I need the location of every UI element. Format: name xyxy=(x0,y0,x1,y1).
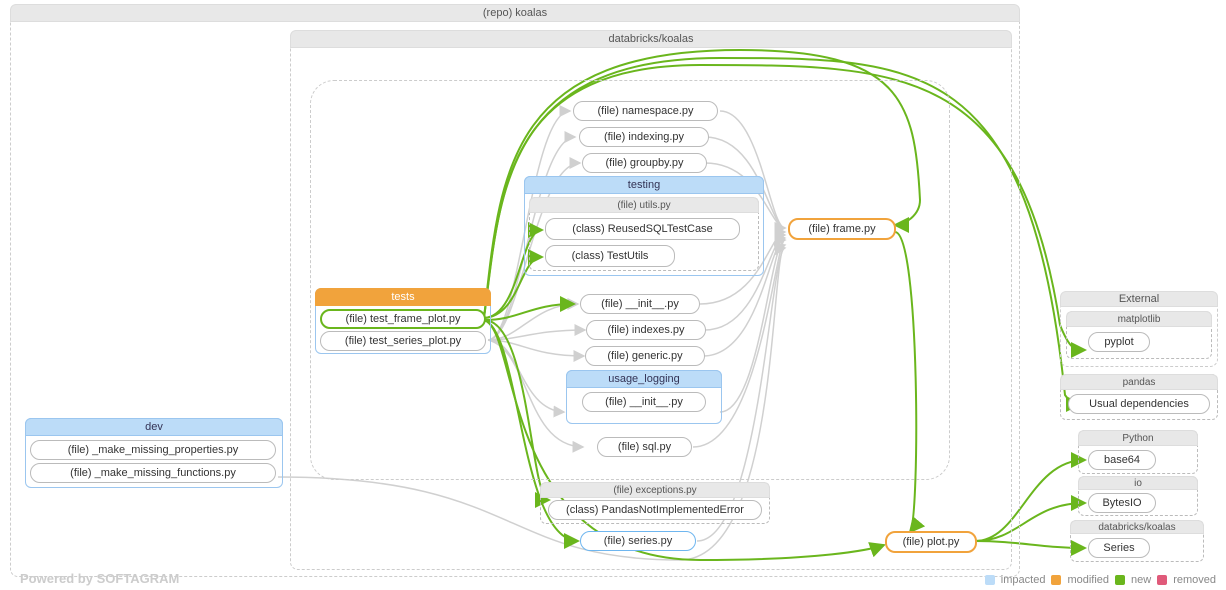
class-pandasnotimpl: (class) PandasNotImplementedError xyxy=(548,500,762,520)
label: (file) namespace.py xyxy=(598,105,694,117)
label: (class) PandasNotImplementedError xyxy=(566,504,744,516)
header-repo: (repo) koalas xyxy=(10,4,1020,22)
class-reused: (class) ReusedSQLTestCase xyxy=(545,218,740,240)
file-usage-init: (file) __init__.py xyxy=(582,392,706,412)
python-label: Python xyxy=(1122,433,1153,444)
label: (file) _make_missing_properties.py xyxy=(68,444,239,456)
label: (file) plot.py xyxy=(903,536,960,548)
label: (file) test_frame_plot.py xyxy=(346,313,461,325)
label: (file) series.py xyxy=(604,535,672,547)
header-tests: tests xyxy=(315,288,491,306)
file-sql: (file) sql.py xyxy=(597,437,692,457)
label: (class) ReusedSQLTestCase xyxy=(572,223,712,235)
label: pyplot xyxy=(1104,336,1133,348)
header-usage-logging: usage_logging xyxy=(566,370,722,388)
label: BytesIO xyxy=(1102,497,1141,509)
matplotlib-label: matplotlib xyxy=(1118,314,1161,325)
label: (class) TestUtils xyxy=(572,250,649,262)
file-generic: (file) generic.py xyxy=(585,346,705,366)
footer-brand: Powered by SOFTAGRAM xyxy=(20,571,179,586)
tests-label: tests xyxy=(391,291,414,303)
file-series: (file) series.py xyxy=(580,531,696,551)
chip-series-ext: Series xyxy=(1088,538,1150,558)
label: Usual dependencies xyxy=(1089,398,1189,410)
header-dev: dev xyxy=(25,418,283,436)
dev-label: dev xyxy=(145,421,163,433)
header-matplotlib: matplotlib xyxy=(1066,311,1212,327)
chip-pyplot: pyplot xyxy=(1088,332,1150,352)
header-python: Python xyxy=(1078,430,1198,446)
file-init: (file) __init__.py xyxy=(580,294,700,314)
io-label: io xyxy=(1134,478,1142,489)
label: (file) groupby.py xyxy=(605,157,683,169)
pandas-label: pandas xyxy=(1123,377,1156,388)
chip-pandas-deps: Usual dependencies xyxy=(1068,394,1210,414)
header-testing: testing xyxy=(524,176,764,194)
pkg-label: databricks/koalas xyxy=(609,33,694,45)
header-io: io xyxy=(1078,476,1198,490)
label: (file) frame.py xyxy=(808,223,875,235)
legend-new-swatch xyxy=(1115,575,1125,585)
header-external: External xyxy=(1060,291,1218,307)
file-namespace: (file) namespace.py xyxy=(573,101,718,121)
label: (file) __init__.py xyxy=(605,396,683,408)
file-frame: (file) frame.py xyxy=(788,218,896,240)
label: base64 xyxy=(1104,454,1140,466)
external-label: External xyxy=(1119,293,1159,305)
legend-removed: removed xyxy=(1173,574,1216,586)
header-exceptions: (file) exceptions.py xyxy=(540,482,770,498)
dbkoalas-label: databricks/koalas xyxy=(1098,522,1175,533)
chip-base64: base64 xyxy=(1088,450,1156,470)
header-dbkoalas: databricks/koalas xyxy=(1070,520,1204,534)
file-make-missing-funcs: (file) _make_missing_functions.py xyxy=(30,463,276,483)
header-utils: (file) utils.py xyxy=(529,197,759,213)
label: (file) test_series_plot.py xyxy=(345,335,461,347)
header-pkg: databricks/koalas xyxy=(290,30,1012,48)
legend-modified-swatch xyxy=(1051,575,1061,585)
file-groupby: (file) groupby.py xyxy=(582,153,707,173)
label: (file) __init__.py xyxy=(601,298,679,310)
label: (file) _make_missing_functions.py xyxy=(70,467,236,479)
file-test-frame-plot: (file) test_frame_plot.py xyxy=(320,309,486,329)
chip-bytesio: BytesIO xyxy=(1088,493,1156,513)
exceptions-file-label: (file) exceptions.py xyxy=(613,485,696,496)
label: Series xyxy=(1103,542,1134,554)
file-test-series-plot: (file) test_series_plot.py xyxy=(320,331,486,351)
label: (file) indexing.py xyxy=(604,131,684,143)
testing-label: testing xyxy=(628,179,660,191)
header-pandas: pandas xyxy=(1060,374,1218,390)
file-make-missing-props: (file) _make_missing_properties.py xyxy=(30,440,276,460)
label: (file) sql.py xyxy=(618,441,671,453)
legend-impacted: impacted xyxy=(1001,574,1046,586)
legend-new: new xyxy=(1131,574,1151,586)
file-indexes: (file) indexes.py xyxy=(586,320,706,340)
class-testutils: (class) TestUtils xyxy=(545,245,675,267)
label: (file) indexes.py xyxy=(607,324,684,336)
legend-impacted-swatch xyxy=(985,575,995,585)
file-plot: (file) plot.py xyxy=(885,531,977,553)
repo-label: (repo) koalas xyxy=(483,7,547,19)
label: (file) generic.py xyxy=(607,350,682,362)
legend-removed-swatch xyxy=(1157,575,1167,585)
usage-logging-label: usage_logging xyxy=(608,373,680,385)
legend-modified: modified xyxy=(1067,574,1109,586)
utils-label: (file) utils.py xyxy=(617,200,670,211)
legend: impacted modified new removed xyxy=(985,574,1216,586)
file-indexing: (file) indexing.py xyxy=(579,127,709,147)
